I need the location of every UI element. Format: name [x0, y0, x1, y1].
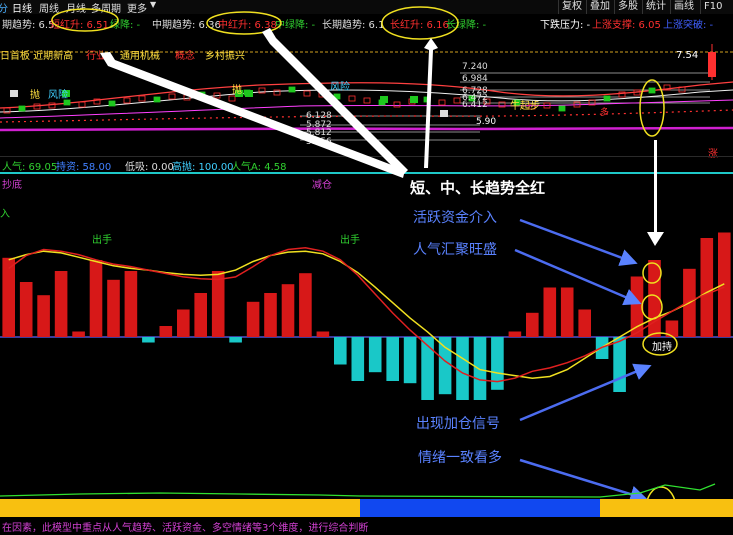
status-text: 在因素，此模型中重点从人气趋势、活跃资金、多空情绪等3个维度，进行综合判断 [2, 523, 369, 534]
highlight-circle-short [51, 8, 119, 32]
arrow-to-long [424, 38, 438, 168]
arrow-to-mid [262, 28, 408, 176]
highlight-circle-add [642, 332, 678, 356]
annotation-sentiment: 情绪一致看多 [418, 450, 502, 466]
highlight-circle-price [639, 79, 665, 137]
highlight-circle-popularity [641, 294, 663, 320]
arrow-down [647, 140, 664, 246]
status-bar: 在因素，此模型中重点从人气趋势、活跃资金、多空情绪等3个维度，进行综合判断 [0, 517, 733, 535]
sentiment-line [0, 483, 716, 498]
annotation-capital: 活跃资金介入 [413, 210, 497, 226]
annotation-overlay [51, 6, 678, 532]
arrow-capital [519, 218, 638, 266]
arrow-to-short [100, 52, 405, 178]
annotation-add-position: 出现加仓信号 [416, 416, 500, 432]
arrow-add [519, 363, 652, 422]
sentiment-band [0, 499, 733, 517]
annotation-trend: 短、中、长趋势全红 [410, 179, 546, 197]
highlight-circle-long [381, 6, 459, 40]
annotation-popularity: 人气汇聚旺盛 [413, 242, 497, 258]
highlight-circle-capital [642, 262, 662, 284]
